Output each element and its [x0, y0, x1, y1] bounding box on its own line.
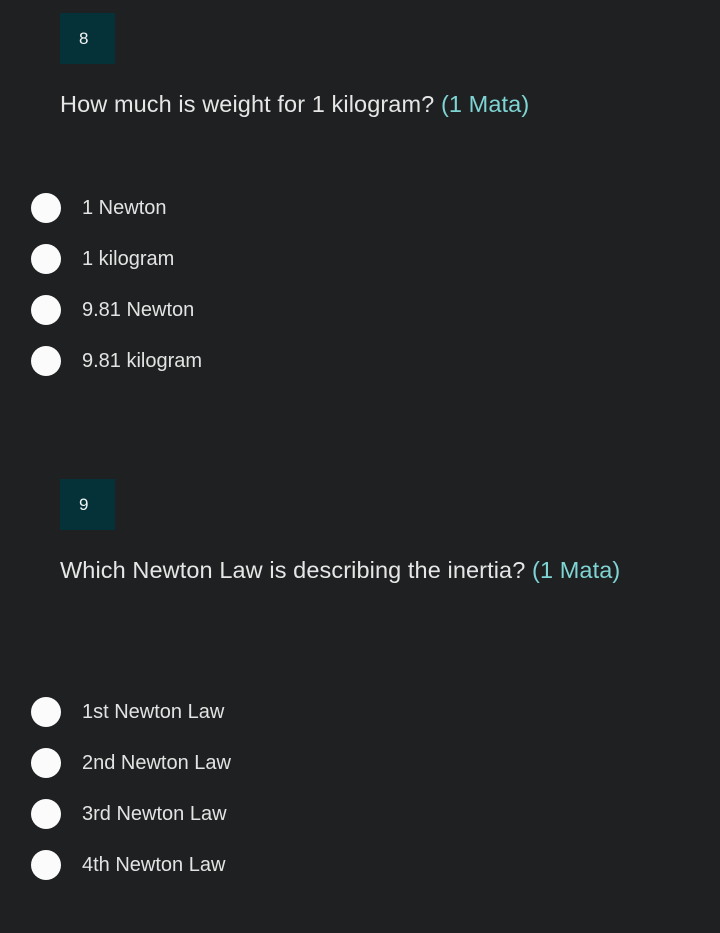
option-row[interactable]: 4th Newton Law	[0, 850, 720, 901]
radio-button-icon[interactable]	[31, 193, 61, 223]
question-number-label: 9	[79, 495, 89, 514]
option-label: 3rd Newton Law	[82, 803, 227, 825]
option-row[interactable]: 9.81 kilogram	[0, 346, 720, 397]
option-label: 1 kilogram	[82, 248, 175, 270]
question-number-badge: 8	[60, 13, 115, 64]
option-row[interactable]: 1 kilogram	[0, 244, 720, 295]
question-text: Which Newton Law is describing the inert…	[60, 551, 680, 589]
options-list: 1st Newton Law 2nd Newton Law 3rd Newton…	[0, 697, 720, 901]
options-list: 1 Newton 1 kilogram 9.81 Newton 9.81 kil…	[0, 193, 720, 397]
quiz-page: 8 How much is weight for 1 kilogram? (1 …	[0, 0, 720, 933]
option-row[interactable]: 3rd Newton Law	[0, 799, 720, 850]
question-number-label: 8	[79, 29, 89, 48]
radio-button-icon[interactable]	[31, 295, 61, 325]
radio-button-icon[interactable]	[31, 748, 61, 778]
option-label: 9.81 Newton	[82, 299, 195, 321]
radio-button-icon[interactable]	[31, 850, 61, 880]
question-prompt: How much is weight for 1 kilogram?	[60, 91, 441, 117]
question-points-label: (1 Mata)	[440, 91, 530, 117]
option-label: 1st Newton Law	[82, 701, 225, 723]
radio-button-icon[interactable]	[31, 346, 61, 376]
option-row[interactable]: 1 Newton	[0, 193, 720, 244]
option-label: 4th Newton Law	[82, 854, 226, 876]
question-points-label: (1 Mata)	[532, 557, 621, 583]
radio-button-icon[interactable]	[31, 799, 61, 829]
option-label: 9.81 kilogram	[82, 350, 203, 372]
option-row[interactable]: 9.81 Newton	[0, 295, 720, 346]
option-row[interactable]: 2nd Newton Law	[0, 748, 720, 799]
option-label: 1 Newton	[82, 197, 167, 219]
question-number-badge: 9	[60, 479, 115, 530]
option-label: 2nd Newton Law	[82, 752, 231, 774]
option-row[interactable]: 1st Newton Law	[0, 697, 720, 748]
radio-button-icon[interactable]	[31, 244, 61, 274]
radio-button-icon[interactable]	[31, 697, 61, 727]
question-text: How much is weight for 1 kilogram? (1 Ma…	[60, 85, 680, 123]
question-prompt: Which Newton Law is describing the inert…	[60, 557, 533, 583]
